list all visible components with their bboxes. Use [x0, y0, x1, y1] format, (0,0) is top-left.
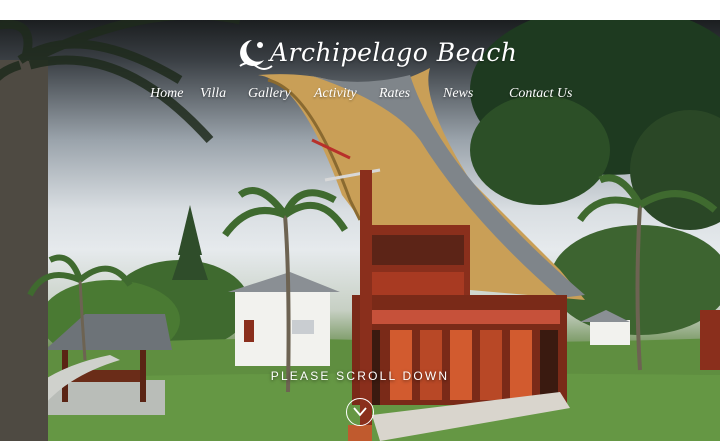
nav-villa[interactable]: Villa — [200, 86, 226, 102]
brand-logo[interactable]: Archipelago Beach — [236, 34, 517, 80]
main-navigation: Home Villa Gallery Activity Rates News C… — [0, 86, 720, 108]
hero-section: Archipelago Beach Home Villa Gallery Act… — [0, 20, 720, 441]
nav-home[interactable]: Home — [150, 86, 183, 102]
chevron-down-icon — [353, 407, 367, 417]
nav-activity[interactable]: Activity — [314, 86, 357, 102]
nav-contact-us[interactable]: Contact Us — [509, 86, 572, 102]
scroll-down-label: PLEASE SCROLL DOWN — [270, 369, 450, 383]
nav-rates[interactable]: Rates — [379, 86, 410, 102]
scroll-down-button[interactable] — [346, 398, 374, 426]
brand-name: Archipelago Beach — [270, 38, 518, 67]
top-white-strip — [0, 0, 720, 20]
nav-news[interactable]: News — [443, 86, 473, 102]
nav-gallery[interactable]: Gallery — [248, 86, 291, 102]
